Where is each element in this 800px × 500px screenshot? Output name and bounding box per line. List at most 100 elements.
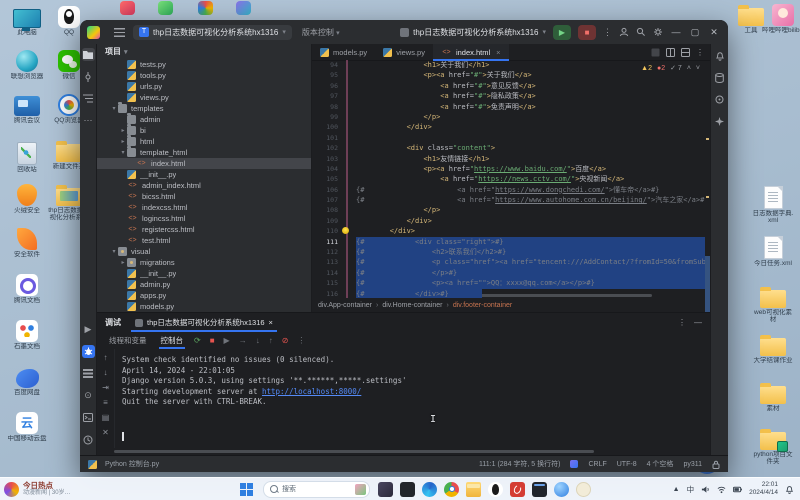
vcs-widget[interactable]: 版本控制 ▾ [302,27,340,38]
editor-scrollbar-horizontal[interactable] [452,294,652,297]
code-line[interactable]: 100 </div> [312,122,705,132]
tree-item-visual[interactable]: ▾visual [97,246,311,257]
editor-tab-views.py[interactable]: views.py [375,44,433,60]
input-method-indicator[interactable]: 中 [687,484,695,495]
search-icon[interactable] [636,27,646,37]
next-problem-icon[interactable]: ˅ [696,65,700,72]
taskbar-app-thunder[interactable] [554,482,569,497]
step-into-icon[interactable]: ↓ [256,336,260,345]
taskbar-app-edge[interactable] [422,482,437,497]
desktop-icon-cloud-yun[interactable]: 中国移动云盘 [6,412,48,442]
desktop-icon-folder-py[interactable]: python项目文件夹 [752,428,794,466]
tree-item-test.html[interactable]: test.html [97,235,311,246]
desktop-icon-folder[interactable]: 素材 [752,382,794,412]
problems-tool-icon[interactable]: ⊙ [82,389,95,402]
tree-item-index.html[interactable]: index.html [97,158,311,169]
main-menu-icon[interactable] [114,28,125,37]
chevron-right-icon[interactable]: ▸ [119,259,127,266]
up-stack-icon[interactable]: ↑ [104,353,108,362]
tree-item-indexcss.html[interactable]: indexcss.html [97,202,311,213]
breadcrumb-item[interactable]: div.Home-container [382,302,442,309]
code-line[interactable]: 102 <div class="content"> [312,143,705,153]
tray-expand-icon[interactable]: ▲ [673,486,680,493]
more-actions-icon[interactable]: ⋮ [603,28,612,37]
volume-icon[interactable] [701,485,710,494]
plugin-gear-icon[interactable] [570,460,578,468]
taskbar-app-app-black[interactable] [400,482,415,497]
settings-gear-icon[interactable] [653,27,663,37]
tree-item-models.py[interactable]: models.py [97,301,311,312]
taskbar-app-app-dark[interactable] [378,482,393,497]
console-link[interactable]: http://localhost:8000/ [262,387,361,396]
close-icon[interactable]: × [496,48,500,57]
taskbar-app-explorer[interactable] [466,482,481,497]
code-line[interactable]: 111{# <div class="right">#} [312,237,705,247]
minimize-button[interactable]: — [670,27,682,37]
code-line[interactable]: 98 <a href="#">免责声明</a> [312,102,705,112]
project-tool-icon[interactable] [82,48,95,61]
commit-tool-icon[interactable] [82,70,95,83]
split-down-icon[interactable] [681,48,690,57]
stop-icon[interactable]: ■ [210,336,215,345]
debug-tool-icon[interactable] [82,345,95,358]
clear-console-icon[interactable]: ✕ [102,428,109,437]
line-separator[interactable]: CRLF [588,461,606,468]
resume-icon[interactable]: ▶ [224,336,230,345]
code-line[interactable]: 97 <a href="#">隐私政策</a> [312,91,705,101]
desktop-icon-dot-multi[interactable] [184,1,226,15]
tree-item-bicss.html[interactable]: bicss.html [97,191,311,202]
database-tool-icon[interactable] [713,71,726,84]
split-right-icon[interactable] [666,48,675,57]
taskbar-search[interactable]: 搜索 [263,481,370,498]
editor-tab-index.html[interactable]: index.html× [433,44,509,60]
code-line[interactable]: 115{# <p><a href="">QQ：xxxx@qq.com</a></… [312,278,705,288]
terminal-tool-icon[interactable] [82,411,95,424]
debug-session-tab[interactable]: thp日志数据可视化分析系统hx1316 × [131,313,277,332]
code-line[interactable]: 113{# <p class="href"><a href="tencent:/… [312,257,705,267]
tree-item-__init__.py[interactable]: __init__.py [97,268,311,279]
step-out-icon[interactable]: ↑ [269,336,273,345]
code-line[interactable]: 110 </div> [312,226,705,236]
code-line[interactable]: 109 </div> [312,216,705,226]
chevron-right-icon[interactable]: ▸ [119,138,127,145]
code-line[interactable]: 112{# <h2>联系我们</h2>#} [312,247,705,257]
status-left[interactable]: Python 控制台.py [88,459,159,469]
more-tool-windows-icon[interactable]: ⋯ [82,114,95,127]
hide-panel-icon[interactable]: — [694,318,702,327]
tree-item-tests.py[interactable]: tests.py [97,59,311,70]
code-line[interactable]: 114{# </p>#} [312,268,705,278]
tray-clock[interactable]: 22:01 2024/4/14 [749,481,778,497]
battery-icon[interactable] [733,485,742,494]
notification-bell-icon[interactable] [785,485,794,494]
console-scrollbar-horizontal[interactable] [114,450,594,453]
run-tool-icon[interactable]: ▶ [82,323,95,336]
stop-button[interactable]: ■ [578,25,596,40]
desktop-icon-recycle[interactable]: 回收站 [6,140,48,173]
tree-item-logincss.html[interactable]: logincss.html [97,213,311,224]
caret-position[interactable]: 111:1 (284 字符, 5 换行符) [479,459,560,469]
taskbar-app-qq[interactable] [488,482,503,497]
desktop-icon-monitor[interactable]: 此电脑 [6,6,48,36]
tree-item-template_html[interactable]: ▾template_html [97,147,311,158]
indent-style[interactable]: 4 个空格 [647,459,674,469]
run-button[interactable]: ▶ [553,25,571,40]
desktop-icon-folder[interactable]: 大学结课作业 [752,334,794,364]
start-button[interactable] [240,483,253,496]
project-panel-header[interactable]: 项目 ▾ [97,44,311,59]
desktop-icon-xml[interactable]: 今日任务.xml [752,236,794,267]
desktop-icon-shield[interactable]: 火绒安全 [6,184,48,214]
taskbar-app-chrome[interactable] [444,482,459,497]
file-encoding[interactable]: UTF-8 [617,461,637,468]
prev-problem-icon[interactable]: ˄ [687,65,691,72]
desktop-icon-knot[interactable]: 石墨文档 [6,320,48,350]
desktop-icon-xml[interactable]: 日志数据字典.xml [752,186,794,225]
soft-wrap-icon[interactable]: ⇥ [102,383,109,392]
code-line[interactable]: 107{# <a href="https://www.autohome.com.… [312,195,705,205]
step-over-icon[interactable]: → [239,336,247,345]
desktop-icon-leaf[interactable]: 安全软件 [6,228,48,258]
debug-more-icon[interactable]: ⋮ [297,336,305,345]
project-widget[interactable]: T thp日志数据可视化分析系统hx1316 ▾ [133,25,292,40]
inspections-widget[interactable]: ▲2 ●2 ✓ 7 ˄ ˅ [641,64,700,72]
gradle-tool-icon[interactable] [713,93,726,106]
history-tool-icon[interactable] [82,433,95,446]
